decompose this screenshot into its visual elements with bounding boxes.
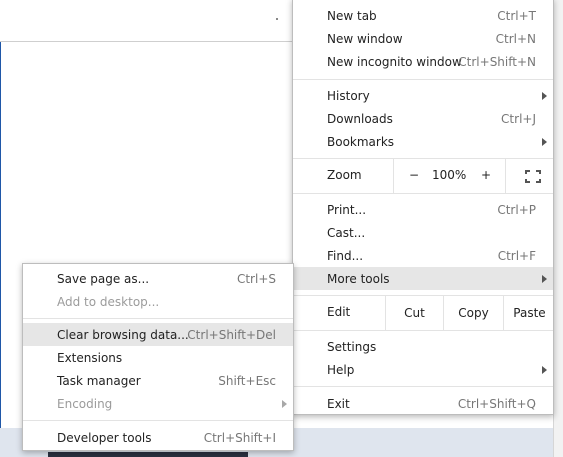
menu-item-label: Bookmarks xyxy=(327,134,395,149)
window-edge xyxy=(0,42,1,457)
menu-item-label: Extensions xyxy=(57,350,123,365)
menu-item-label: New incognito window xyxy=(327,54,462,69)
menu-item-shortcut: Ctrl+F xyxy=(497,248,536,263)
menu-item-label: Add to desktop... xyxy=(57,294,160,309)
scrollbar-track[interactable] xyxy=(553,0,563,457)
cut-button-label: Cut xyxy=(404,306,425,320)
menu-separator xyxy=(23,318,293,319)
menu-separator xyxy=(23,420,293,421)
menu-item-shortcut: Ctrl+Shift+Del xyxy=(187,327,276,342)
menu-item-shortcut: Ctrl+J xyxy=(501,111,536,126)
submenu-item-add-to-desktop[interactable]: Add to desktop... xyxy=(23,290,293,313)
menu-item-label: Task manager xyxy=(57,373,141,388)
menu-item-label: New tab xyxy=(327,8,377,23)
submenu-item-save-page[interactable]: Save page as... Ctrl+S xyxy=(23,267,293,290)
menu-item-shortcut: Ctrl+Shift+Q xyxy=(457,396,536,411)
menu-separator xyxy=(293,386,553,387)
menu-item-label: Exit xyxy=(327,396,350,411)
menu-item-label: History xyxy=(327,88,370,103)
submenu-item-extensions[interactable]: Extensions xyxy=(23,346,293,369)
paste-button-label: Paste xyxy=(513,306,546,320)
menu-item-downloads[interactable]: Downloads Ctrl+J xyxy=(293,107,553,130)
menu-item-label: Clear browsing data... xyxy=(57,327,189,342)
fullscreen-icon xyxy=(525,170,541,183)
copy-button[interactable]: Copy xyxy=(443,296,503,330)
submenu-item-encoding[interactable]: Encoding xyxy=(23,392,293,415)
menu-item-exit[interactable]: Exit Ctrl+Shift+Q xyxy=(293,392,553,415)
menu-item-label: New window xyxy=(327,31,403,46)
menu-item-cast[interactable]: Cast... xyxy=(293,221,553,244)
menu-item-more-tools[interactable]: More tools xyxy=(293,267,553,290)
cut-button[interactable]: Cut xyxy=(385,296,443,330)
menu-item-find[interactable]: Find... Ctrl+F xyxy=(293,244,553,267)
submenu-item-developer-tools[interactable]: Developer tools Ctrl+Shift+I xyxy=(23,426,293,449)
chevron-right-icon xyxy=(542,275,547,283)
menu-item-label: Print... xyxy=(327,202,367,217)
browser-toolbar xyxy=(0,0,300,42)
zoom-level: 100% xyxy=(432,168,467,182)
menu-item-label: Save page as... xyxy=(57,271,150,286)
menu-item-new-window[interactable]: New window Ctrl+N xyxy=(293,27,553,50)
menu-item-settings[interactable]: Settings xyxy=(293,335,553,358)
chrome-main-menu: New tab Ctrl+T New window Ctrl+N New inc… xyxy=(292,0,554,415)
edit-row: Edit Cut Copy Paste xyxy=(293,296,553,330)
menu-item-label: Find... xyxy=(327,248,364,263)
menu-item-label: More tools xyxy=(327,271,390,286)
zoom-out-button[interactable]: − xyxy=(409,168,419,182)
menu-item-print[interactable]: Print... Ctrl+P xyxy=(293,198,553,221)
taskbar-dark-bar xyxy=(48,452,248,457)
menu-item-label: Downloads xyxy=(327,111,393,126)
menu-item-label: Settings xyxy=(327,339,377,354)
menu-item-shortcut: Shift+Esc xyxy=(218,373,276,388)
copy-button-label: Copy xyxy=(458,306,489,320)
zoom-in-button[interactable]: + xyxy=(481,168,491,182)
menu-item-shortcut: Ctrl+Shift+I xyxy=(203,430,276,445)
menu-item-bookmarks[interactable]: Bookmarks xyxy=(293,130,553,153)
zoom-label: Zoom xyxy=(327,168,362,182)
paste-button[interactable]: Paste xyxy=(503,296,555,330)
menu-item-new-tab[interactable]: New tab Ctrl+T xyxy=(293,4,553,27)
menu-separator xyxy=(293,193,553,194)
menu-item-shortcut: Ctrl+P xyxy=(497,202,536,217)
chevron-right-icon xyxy=(542,138,547,146)
menu-item-history[interactable]: History xyxy=(293,84,553,107)
menu-item-help[interactable]: Help xyxy=(293,358,553,381)
more-tools-submenu: Save page as... Ctrl+S Add to desktop...… xyxy=(22,263,294,451)
menu-item-label: Cast... xyxy=(327,225,366,240)
menu-item-new-incognito[interactable]: New incognito window Ctrl+Shift+N xyxy=(293,50,553,73)
chevron-right-icon xyxy=(282,400,287,408)
chevron-right-icon xyxy=(542,92,547,100)
zoom-row: Zoom − 100% + xyxy=(293,159,553,193)
menu-separator xyxy=(293,79,553,80)
submenu-item-task-manager[interactable]: Task manager Shift+Esc xyxy=(23,369,293,392)
menu-item-shortcut: Ctrl+T xyxy=(497,8,536,23)
menu-separator xyxy=(293,330,553,331)
menu-item-label: Developer tools xyxy=(57,430,152,445)
menu-item-label: Encoding xyxy=(57,396,113,411)
submenu-item-clear-browsing-data[interactable]: Clear browsing data... Ctrl+Shift+Del xyxy=(23,323,293,346)
menu-item-shortcut: Ctrl+S xyxy=(236,271,276,286)
toolbar-dot xyxy=(276,18,278,20)
chevron-right-icon xyxy=(542,366,547,374)
menu-item-label: Help xyxy=(327,362,355,377)
menu-item-shortcut: Ctrl+N xyxy=(495,31,536,46)
edit-label: Edit xyxy=(327,305,351,319)
menu-item-shortcut: Ctrl+Shift+N xyxy=(458,54,536,69)
